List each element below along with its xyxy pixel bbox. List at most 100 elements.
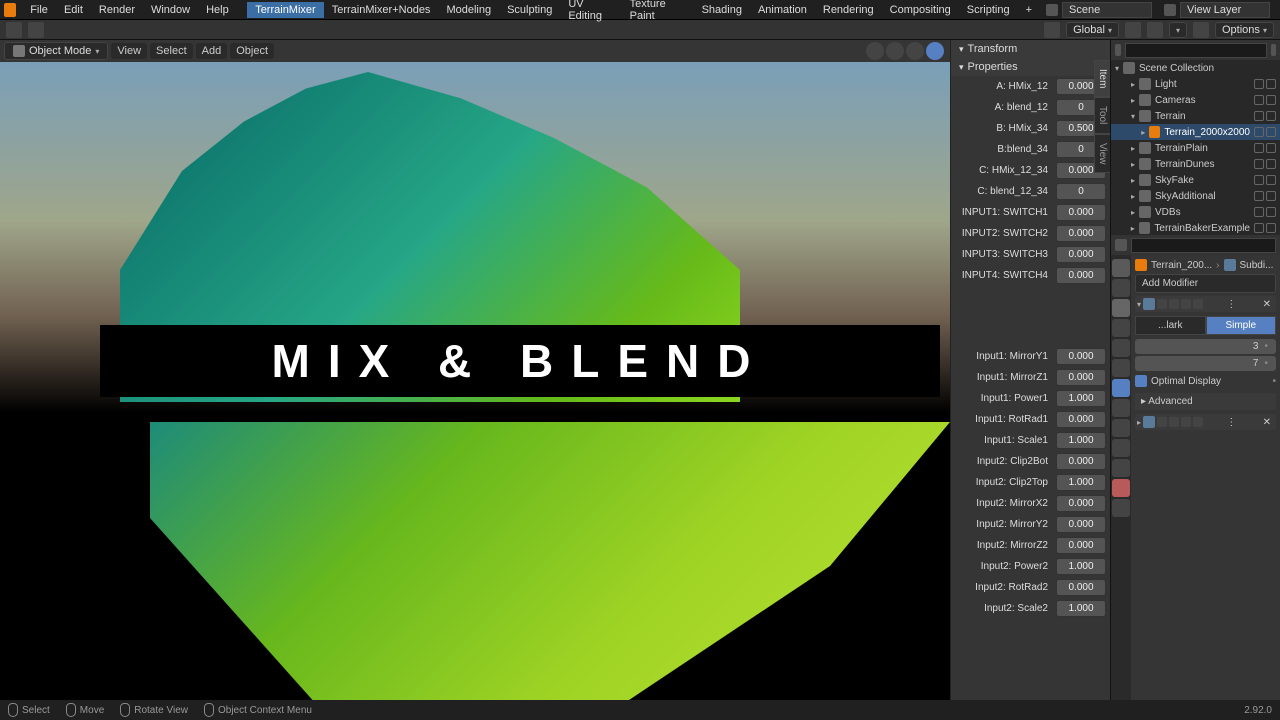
props-tab-output[interactable] [1112, 279, 1130, 297]
shading-matprev[interactable] [906, 42, 924, 60]
modifier-subdiv-header[interactable]: ▾ ⋮ ✕ [1135, 296, 1276, 312]
modifier-second-header[interactable]: ▸ ⋮ ✕ [1135, 414, 1276, 430]
prop-value-input[interactable]: 0.000 [1056, 225, 1106, 242]
workspace-tab-scripting[interactable]: Scripting [959, 2, 1018, 18]
mod2-vis-realtime-icon[interactable] [1169, 417, 1179, 427]
prop-value-input[interactable]: 1.000 [1056, 600, 1106, 617]
viewport-object-menu[interactable]: Object [230, 43, 274, 59]
viewport-select-menu[interactable]: Select [150, 43, 193, 59]
mod-vis-cage-icon[interactable] [1193, 299, 1203, 309]
select-tool-icon[interactable] [28, 22, 44, 38]
props-tab-physics[interactable] [1112, 419, 1130, 437]
npanel-properties-header[interactable]: Properties [951, 58, 1110, 76]
outliner-render-toggle[interactable] [1266, 191, 1276, 201]
outliner-vis-toggle[interactable] [1254, 175, 1264, 185]
modifier-close-icon[interactable]: ✕ [1260, 299, 1274, 310]
outliner-vis-toggle[interactable] [1254, 79, 1264, 89]
outliner-display-icon[interactable] [1115, 44, 1121, 56]
prop-value-input[interactable]: 0.000 [1056, 246, 1106, 263]
cursor-tool-icon[interactable] [6, 22, 22, 38]
subdiv-render-levels[interactable]: 7• [1135, 356, 1276, 371]
outliner-item[interactable]: ▸TerrainPlain [1111, 140, 1280, 156]
subdiv-advanced-header[interactable]: ▸ Advanced [1135, 393, 1276, 410]
pivot-icon[interactable] [1125, 22, 1141, 38]
outliner-render-toggle[interactable] [1266, 95, 1276, 105]
outliner-item[interactable]: ▾Terrain [1111, 108, 1280, 124]
props-tab-world[interactable] [1112, 339, 1130, 357]
outliner-vis-toggle[interactable] [1254, 95, 1264, 105]
outliner-vis-toggle[interactable] [1254, 127, 1264, 137]
prop-value-input[interactable]: 0.000 [1056, 537, 1106, 554]
props-tab-data[interactable] [1112, 459, 1130, 477]
modifier-menu-icon[interactable]: ⋮ [1223, 299, 1239, 310]
outliner-vis-toggle[interactable] [1254, 191, 1264, 201]
mod2-vis-render-icon[interactable] [1181, 417, 1191, 427]
viewlayer-name-input[interactable] [1180, 2, 1270, 18]
subdiv-viewport-levels[interactable]: 3• [1135, 339, 1276, 354]
workspace-tab-rendering[interactable]: Rendering [815, 2, 882, 18]
outliner-item[interactable]: ▸Cameras [1111, 92, 1280, 108]
menu-render[interactable]: Render [91, 2, 143, 18]
workspace-tab-texpaint[interactable]: Texture Paint [622, 0, 694, 24]
mod-vis-edit-icon[interactable] [1157, 299, 1167, 309]
workspace-tab-sculpting[interactable]: Sculpting [499, 2, 560, 18]
optimal-display-row[interactable]: Optimal Display • [1135, 373, 1276, 389]
props-tab-modifiers[interactable] [1112, 379, 1130, 397]
shading-wireframe[interactable] [866, 42, 884, 60]
npanel-transform-header[interactable]: Transform [951, 40, 1110, 58]
outliner-item[interactable]: ▸VDBs [1111, 204, 1280, 220]
menu-help[interactable]: Help [198, 2, 237, 18]
outliner-item[interactable]: ▸SkyAdditional [1111, 188, 1280, 204]
npanel-tab-item[interactable]: Item [1094, 60, 1110, 97]
outliner-render-toggle[interactable] [1266, 111, 1276, 121]
props-type-icon[interactable] [1115, 239, 1127, 251]
outliner-item[interactable]: ▸TerrainBakerExample [1111, 220, 1280, 235]
workspace-tab-terrainmixer[interactable]: TerrainMixer [247, 2, 324, 18]
prop-value-input[interactable]: 0 [1056, 183, 1106, 200]
viewlayer-selector[interactable] [1158, 0, 1276, 20]
props-tab-constraints[interactable] [1112, 439, 1130, 457]
prop-value-input[interactable]: 1.000 [1056, 390, 1106, 407]
menu-edit[interactable]: Edit [56, 2, 91, 18]
workspace-tab-animation[interactable]: Animation [750, 2, 815, 18]
outliner-vis-toggle[interactable] [1254, 159, 1264, 169]
scene-name-input[interactable] [1062, 2, 1152, 18]
prop-value-input[interactable]: 1.000 [1056, 432, 1106, 449]
props-tab-material[interactable] [1112, 479, 1130, 497]
prop-value-input[interactable]: 0.000 [1056, 516, 1106, 533]
outliner-item[interactable]: ▸TerrainDunes [1111, 156, 1280, 172]
prop-value-input[interactable]: 0.000 [1056, 369, 1106, 386]
prop-value-input[interactable]: 0.000 [1056, 267, 1106, 284]
outliner-vis-toggle[interactable] [1254, 223, 1264, 233]
menu-window[interactable]: Window [143, 2, 198, 18]
props-tab-object[interactable] [1112, 359, 1130, 377]
mod2-vis-edit-icon[interactable] [1157, 417, 1167, 427]
outliner-render-toggle[interactable] [1266, 159, 1276, 169]
viewport-view-menu[interactable]: View [111, 43, 147, 59]
outliner-render-toggle[interactable] [1266, 127, 1276, 137]
props-tab-texture[interactable] [1112, 499, 1130, 517]
outliner-vis-toggle[interactable] [1254, 207, 1264, 217]
shading-rendered[interactable] [926, 42, 944, 60]
outliner-filter-icon[interactable] [1271, 44, 1277, 56]
subdiv-simple-button[interactable]: Simple [1206, 316, 1277, 335]
outliner-scene-collection[interactable]: ▾ Scene Collection [1111, 60, 1280, 76]
prop-value-input[interactable]: 0.000 [1056, 348, 1106, 365]
workspace-tab-shading[interactable]: Shading [694, 2, 750, 18]
add-modifier-button[interactable]: Add Modifier [1135, 274, 1276, 293]
modifier2-close-icon[interactable]: ✕ [1260, 417, 1274, 428]
shading-solid[interactable] [886, 42, 904, 60]
prop-value-input[interactable]: 0.000 [1056, 453, 1106, 470]
modifier2-menu-icon[interactable]: ⋮ [1223, 417, 1239, 428]
menu-file[interactable]: File [22, 2, 56, 18]
optimal-display-checkbox[interactable] [1135, 375, 1147, 387]
prop-value-input[interactable]: 0.000 [1056, 411, 1106, 428]
outliner-render-toggle[interactable] [1266, 207, 1276, 217]
outliner-item[interactable]: ▸Light [1111, 76, 1280, 92]
props-tab-viewlayer[interactable] [1112, 299, 1130, 317]
prop-value-input[interactable]: 1.000 [1056, 474, 1106, 491]
orientation-dropdown[interactable]: Global ▾ [1066, 22, 1119, 38]
mod-vis-render-icon[interactable] [1181, 299, 1191, 309]
outliner-render-toggle[interactable] [1266, 79, 1276, 89]
subdiv-catmull-button[interactable]: ...lark [1135, 316, 1206, 335]
